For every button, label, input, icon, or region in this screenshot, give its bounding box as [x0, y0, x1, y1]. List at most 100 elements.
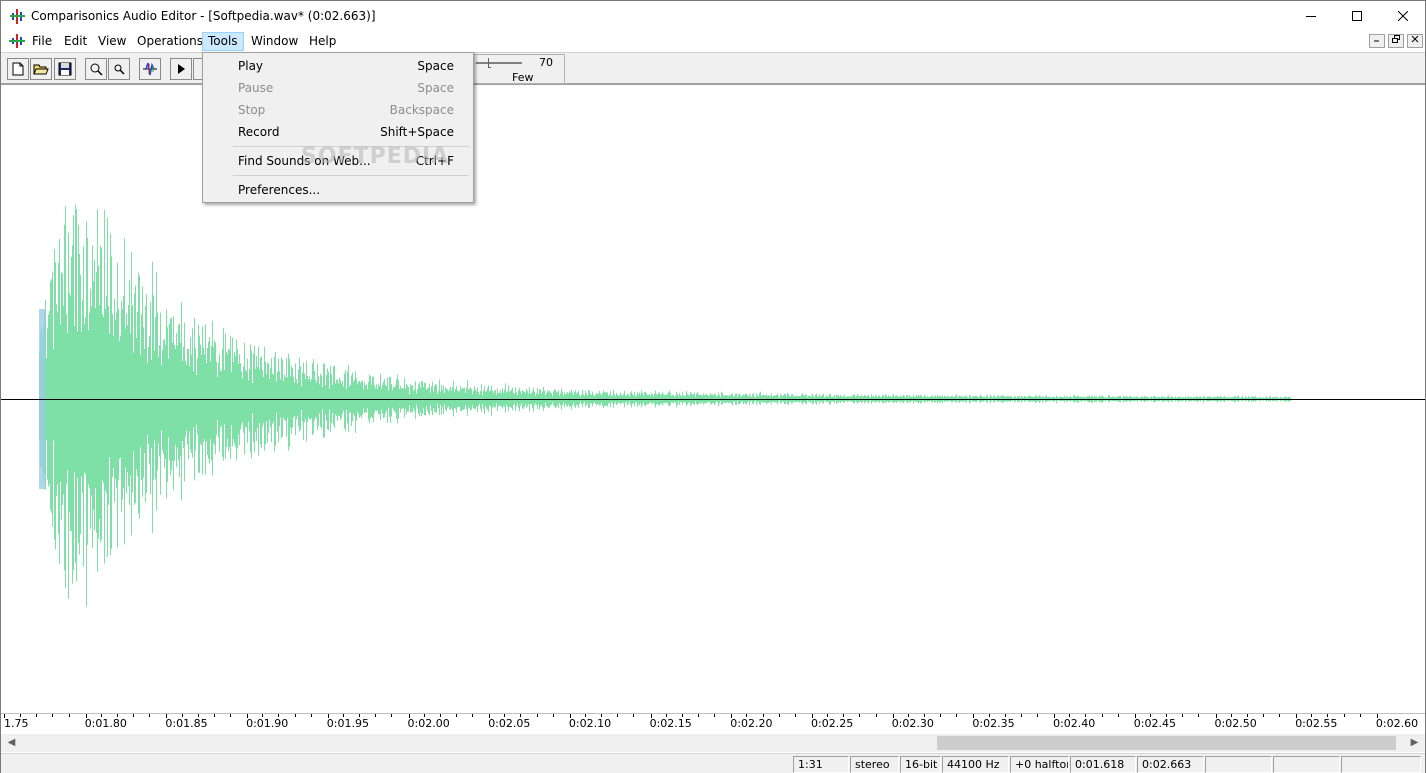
menu-edit[interactable]: Edit [58, 32, 93, 51]
tools-menu-play[interactable]: Play Space [205, 55, 471, 77]
waveform-trace [39, 204, 1291, 607]
ruler-minor-tick [907, 714, 909, 717]
ruler-minor-tick [1246, 714, 1248, 717]
ruler-minor-tick [956, 714, 958, 717]
ruler-minor-tick [778, 714, 780, 717]
ruler-minor-tick [1020, 714, 1022, 717]
ruler-minor-tick [617, 714, 619, 717]
ruler-minor-tick [1036, 714, 1038, 717]
ruler-minor-tick [1101, 714, 1103, 717]
slider-track[interactable] [476, 62, 522, 64]
window-title: Comparisonics Audio Editor - [Softpedia.… [31, 9, 376, 23]
maximize-button[interactable] [1334, 1, 1380, 31]
ruler-minor-tick [149, 714, 151, 717]
ruler-label: 0:01.90 [246, 717, 289, 730]
tools-dropdown-menu: Play Space Pause Space Stop Backspace Re… [202, 52, 474, 203]
ruler-minor-tick [229, 714, 231, 717]
status-empty-1 [1205, 756, 1272, 773]
ruler-minor-tick [278, 714, 280, 717]
mdi-restore-button[interactable] [1388, 34, 1404, 48]
ruler-label: 0:01.95 [326, 717, 369, 730]
ruler-minor-tick [536, 714, 538, 717]
ruler-minor-tick [923, 714, 925, 717]
ruler-minor-tick [988, 714, 990, 717]
menu-item-shortcut: Space [417, 59, 454, 73]
scroll-thumb[interactable] [937, 736, 1396, 750]
ruler-minor-tick [116, 714, 118, 717]
ruler-minor-tick [1166, 714, 1168, 717]
ruler-label: 0:02.40 [1053, 717, 1096, 730]
minimize-button[interactable] [1288, 1, 1334, 31]
ruler-minor-tick [762, 714, 764, 717]
menu-item-label: Stop [238, 103, 266, 117]
ruler-minor-tick [1149, 714, 1151, 717]
zoom-out-button[interactable] [108, 58, 130, 80]
mdi-close-button[interactable] [1407, 34, 1423, 48]
ruler-minor-tick [1198, 714, 1200, 717]
ruler-minor-tick [875, 714, 877, 717]
scroll-right-arrow-icon[interactable]: ▶ [1406, 734, 1423, 752]
scroll-left-arrow-icon[interactable]: ◀ [3, 734, 20, 752]
menu-view[interactable]: View [92, 32, 132, 51]
ruler-minor-tick [859, 714, 861, 717]
open-file-button[interactable] [30, 58, 52, 80]
ruler-minor-tick [213, 714, 215, 717]
document-logo-icon[interactable] [9, 33, 25, 49]
close-button[interactable] [1380, 1, 1426, 31]
play-button[interactable] [170, 58, 192, 80]
waveform-color-button[interactable] [139, 58, 161, 80]
tools-menu-record[interactable]: Record Shift+Space [205, 121, 471, 143]
softpedia-watermark: SOFTPEDIA [301, 144, 450, 169]
app-logo-icon [10, 9, 25, 24]
open-folder-icon [33, 64, 49, 75]
ruler-minor-tick [68, 714, 70, 717]
menu-file[interactable]: File [26, 32, 58, 51]
new-file-button[interactable] [7, 58, 29, 80]
ruler-minor-tick [520, 714, 522, 717]
slider-thumb[interactable] [488, 58, 491, 68]
ruler-minor-tick [1343, 714, 1345, 717]
ruler-minor-tick [20, 714, 22, 717]
ruler-minor-tick [294, 714, 296, 717]
horizontal-scrollbar[interactable]: ◀ ▶ [1, 734, 1425, 752]
save-file-button[interactable] [54, 58, 76, 80]
zoom-in-button[interactable] [85, 58, 107, 80]
ruler-minor-tick [552, 714, 554, 717]
ruler-minor-tick [472, 714, 474, 717]
menu-help[interactable]: Help [303, 32, 342, 51]
mdi-minimize-button[interactable] [1369, 34, 1385, 48]
status-channels: stereo [850, 756, 899, 773]
menu-bar: File Edit View Operations Tools Window H… [1, 31, 1425, 51]
status-bit-depth: 16-bit [900, 756, 941, 773]
ruler-minor-tick [133, 714, 135, 717]
ruler-minor-tick [633, 714, 635, 717]
time-ruler[interactable]: 1.75 0:01.80 0:01.85 0:01.90 0:01.95 0:02.00 0… [1, 713, 1425, 733]
ruler-minor-tick [1004, 714, 1006, 717]
menu-tools[interactable]: Tools [202, 32, 244, 51]
menu-window[interactable]: Window [245, 32, 304, 51]
tools-menu-stop: Stop Backspace [205, 99, 471, 121]
ruler-minor-tick [1359, 714, 1361, 717]
ruler-minor-tick [439, 714, 441, 717]
ruler-label: 0:02.00 [407, 717, 450, 730]
ruler-minor-tick [827, 714, 829, 717]
status-cursor-time: 0:01.618 [1070, 756, 1136, 773]
ruler-minor-tick [698, 714, 700, 717]
maximize-icon [1352, 11, 1362, 21]
ruler-label: 0:02.25 [811, 717, 854, 730]
menu-operations[interactable]: Operations [131, 32, 209, 51]
zoom-out-icon [114, 64, 125, 75]
slider-label: Few [512, 71, 534, 84]
status-bar: 1:31 stereo 16-bit 44100 Hz +0 halftor 0… [1, 753, 1425, 773]
ruler-label: 0:02.45 [1133, 717, 1176, 730]
tools-menu-preferences[interactable]: Preferences... [205, 179, 471, 201]
ruler-minor-tick [601, 714, 603, 717]
ruler-minor-tick [1117, 714, 1119, 717]
ruler-minor-tick [1085, 714, 1087, 717]
ruler-minor-tick [197, 714, 199, 717]
menu-item-shortcut: Shift+Space [380, 125, 454, 139]
sensitivity-slider-panel: 70 Few [473, 54, 565, 84]
restore-icon [1391, 35, 1400, 43]
ruler-minor-tick [504, 714, 506, 717]
ruler-label: 0:02.35 [972, 717, 1015, 730]
